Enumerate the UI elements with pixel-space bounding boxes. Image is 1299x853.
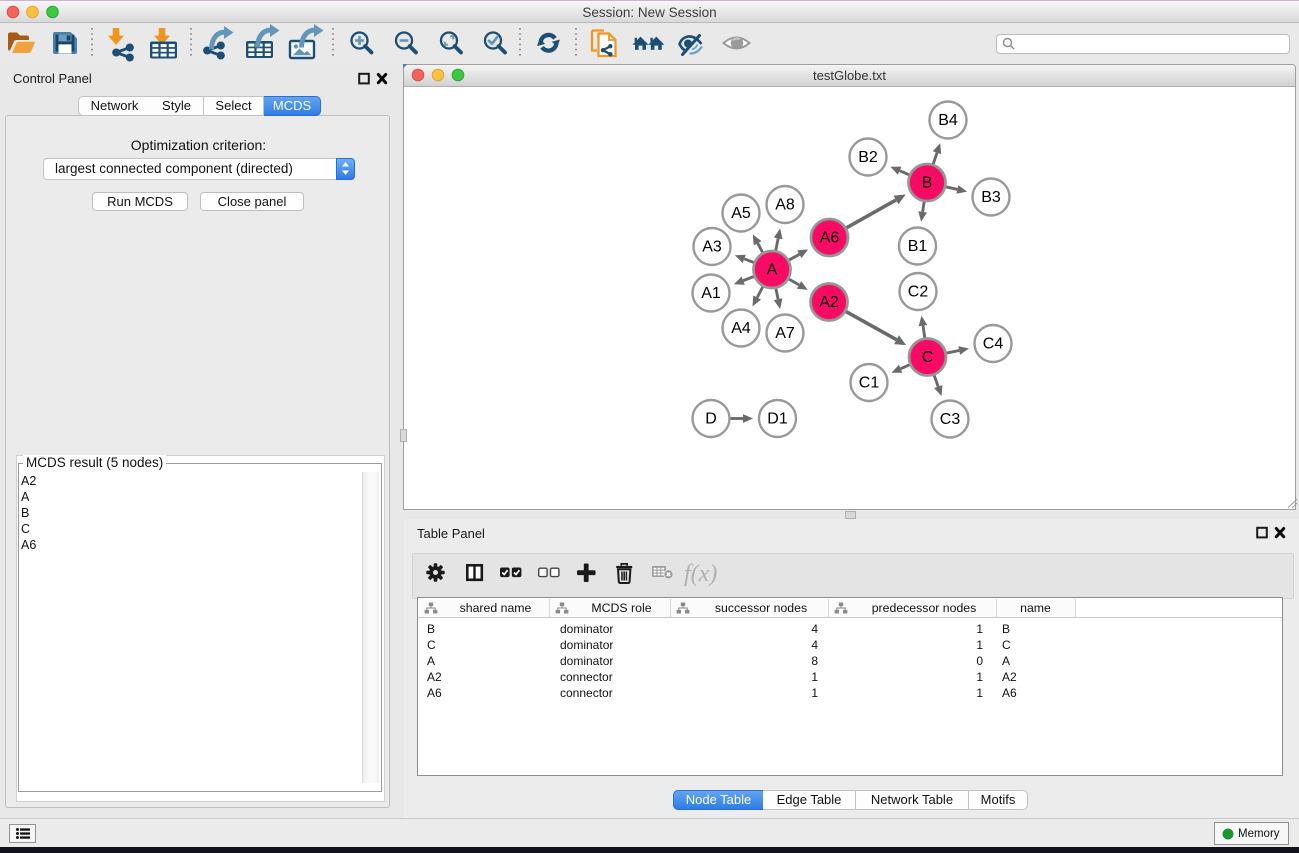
svg-text:C: C [922, 349, 934, 366]
svg-text:A1: A1 [701, 285, 721, 302]
svg-text:C1: C1 [859, 375, 880, 392]
svg-text:C2: C2 [908, 284, 929, 301]
svg-text:C4: C4 [983, 336, 1004, 353]
svg-text:A8: A8 [775, 197, 795, 214]
svg-text:D: D [705, 411, 717, 428]
svg-text:f(x): f(x) [684, 561, 717, 587]
svg-text:B4: B4 [938, 112, 958, 129]
svg-text:A6: A6 [820, 230, 840, 247]
svg-text:B1: B1 [908, 238, 928, 255]
svg-text:A4: A4 [731, 320, 751, 337]
svg-text:A5: A5 [731, 205, 751, 222]
svg-text:C3: C3 [940, 411, 961, 428]
svg-text:B2: B2 [858, 149, 878, 166]
svg-text:B3: B3 [981, 189, 1001, 206]
svg-text:D1: D1 [767, 411, 788, 428]
svg-text:A7: A7 [775, 325, 795, 342]
svg-text:B: B [922, 175, 933, 192]
svg-text:A3: A3 [702, 239, 722, 256]
svg-text:A2: A2 [819, 294, 839, 311]
svg-text:A: A [767, 262, 778, 279]
